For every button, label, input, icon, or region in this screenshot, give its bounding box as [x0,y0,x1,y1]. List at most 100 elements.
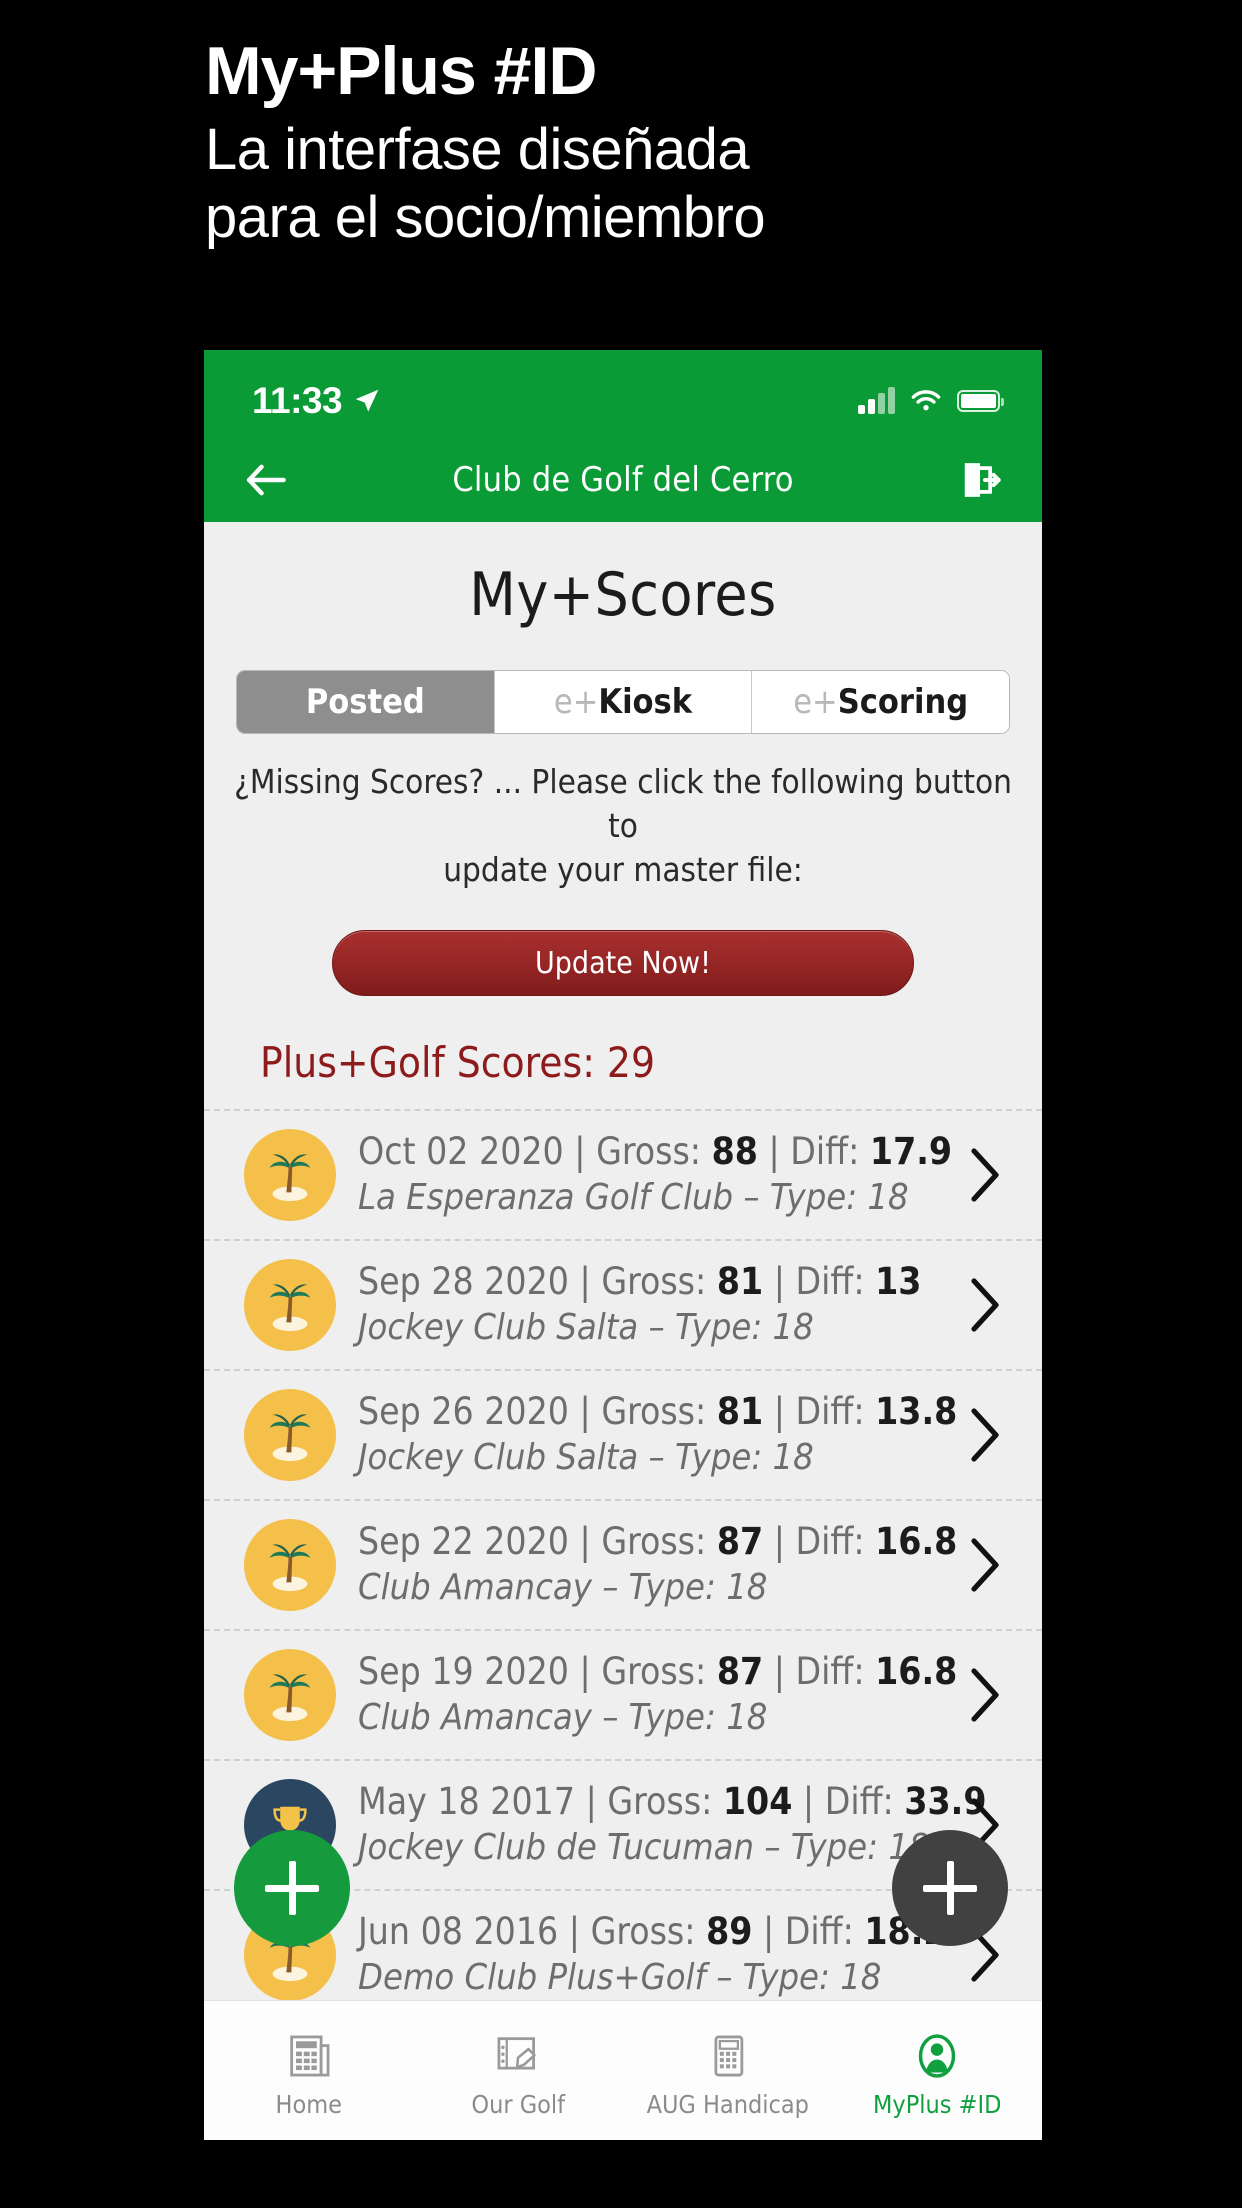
row-line-2: Jockey Club Salta – Type: 18 [358,1437,814,1478]
nav-bar: Club de Golf del Cerro [204,438,1042,522]
cellular-signal-icon [858,387,895,414]
chevron-right-icon[interactable] [954,1405,1014,1465]
row-type-label: Type: [628,1697,716,1738]
promo-subtitle-line-2: para el socio/miembro [205,185,766,250]
logout-button[interactable] [954,454,1006,506]
row-line-1: Jun 08 2016 | Gross: 89 | Diff: 18.2 [358,1910,947,1953]
row-gross-label: Gross: [601,1650,707,1693]
tab-home-label: Home [275,2090,342,2119]
row-text: Sep 26 2020 | Gross: 81 | Diff: 13.8 Joc… [358,1389,958,1481]
row-gross-label: Gross: [596,1130,702,1173]
row-type-label: Type: [675,1437,763,1478]
add-score-fab[interactable] [234,1830,350,1946]
scores-segmented-control[interactable]: Posted e+ Kiosk e+ Scoring [236,670,1010,734]
row-date: Sep 26 2020 [358,1390,569,1433]
tab-myplus-id-label: MyPlus #ID [873,2090,1002,2119]
chevron-right-icon[interactable] [954,1665,1014,1725]
update-now-button[interactable]: Update Now! [332,930,914,996]
table-row[interactable]: Sep 22 2020 | Gross: 87 | Diff: 16.8 Clu… [204,1499,1042,1629]
row-diff: 16.8 [875,1520,958,1563]
row-text: Jun 08 2016 | Gross: 89 | Diff: 18.2 Dem… [358,1909,954,2000]
row-gross-label: Gross: [601,1520,707,1563]
row-line-2: Jockey Club de Tucuman – Type: 18 [358,1825,954,1871]
row-course: Club Amancay [358,1567,592,1608]
nav-title: Club de Golf del Cerro [452,460,794,500]
row-date: Sep 28 2020 [358,1260,569,1303]
battery-full-icon [957,390,1004,412]
row-diff-label: Diff: [824,1780,894,1823]
row-course: Club Amancay [358,1697,592,1738]
table-row[interactable]: Sep 28 2020 | Gross: 81 | Diff: 13 Jocke… [204,1239,1042,1369]
tab-home[interactable]: Home [204,2001,414,2140]
row-type-label: Type: [675,1307,763,1348]
row-date: Jun 08 2016 [358,1910,559,1953]
phone-screen: 11:33 Club de Golf del Cerro My+Scores P… [204,350,1042,2140]
promo-subtitle-line-1: La interfase diseñada [205,117,750,182]
row-gross-label: Gross: [607,1780,713,1823]
row-diff-label: Diff: [795,1390,865,1433]
row-line-1: May 18 2017 | Gross: 104 | Diff: 33.9 [358,1780,987,1823]
add-action-fab[interactable] [892,1830,1008,1946]
tab-our-golf-label: Our Golf [471,2090,566,2119]
tab-myplus-id[interactable]: MyPlus #ID [833,2001,1043,2140]
row-course: Jockey Club Salta [358,1307,639,1348]
plus-icon [265,1861,319,1915]
plus-icon [923,1861,977,1915]
palm-tree-icon [244,1259,336,1351]
clock-time: 11:33 [252,380,343,421]
palm-tree-icon [244,1129,336,1221]
row-line-1: Sep 22 2020 | Gross: 87 | Diff: 16.8 [358,1520,958,1563]
chevron-right-icon[interactable] [954,1275,1014,1335]
row-line-1: Oct 02 2020 | Gross: 88 | Diff: 17.9 [358,1130,953,1173]
row-line-2: Club Amancay – Type: 18 [358,1567,768,1608]
row-gross-label: Gross: [601,1390,707,1433]
segment-escoring[interactable]: e+ Scoring [752,671,1009,733]
missing-scores-line-1: ¿Missing Scores? ... Please click the fo… [234,762,1012,845]
row-diff: 13 [875,1260,922,1303]
news-icon [290,2035,330,2077]
tab-aug-handicap[interactable]: AUG Handicap [623,2001,833,2140]
row-course: Jockey Club de Tucuman [358,1827,755,1868]
row-diff: 16.8 [875,1650,958,1693]
scores-count-header: Plus+Golf Scores: 29 [260,1038,656,1087]
chevron-right-icon[interactable] [954,1535,1014,1595]
table-row[interactable]: Sep 26 2020 | Gross: 81 | Diff: 13.8 Joc… [204,1369,1042,1499]
row-gross: 87 [716,1650,764,1693]
row-diff-label: Diff: [790,1130,860,1173]
tab-our-golf[interactable]: Our Golf [414,2001,624,2140]
row-type: 18 [726,1567,768,1608]
row-gross: 89 [706,1910,753,1953]
update-button-wrap: Update Now! [204,930,1042,996]
row-gross: 104 [722,1780,793,1823]
row-type: 18 [772,1307,814,1348]
row-course: Demo Club Plus+Golf [358,1957,706,1998]
segment-escoring-prefix: e+ [793,682,838,722]
row-line-2: La Esperanza Golf Club – Type: 18 [358,1177,909,1218]
segment-ekiosk[interactable]: e+ Kiosk [494,671,753,733]
scorecard-pencil-icon [497,2037,537,2070]
row-gross-label: Gross: [590,1910,696,1953]
row-type: 18 [726,1697,768,1738]
screenshot-root: My+Plus #ID La interfase diseñada para e… [0,0,1242,2208]
table-row[interactable]: Oct 02 2020 | Gross: 88 | Diff: 17.9 La … [204,1109,1042,1239]
row-diff-label: Diff: [795,1260,865,1303]
chevron-right-icon[interactable] [954,1145,1014,1205]
row-gross: 87 [716,1520,764,1563]
back-button[interactable] [240,454,292,506]
row-date: Oct 02 2020 [358,1130,564,1173]
row-type-label: Type: [742,1957,830,1998]
row-text: Sep 19 2020 | Gross: 87 | Diff: 16.8 Clu… [358,1649,958,1741]
location-arrow-icon [355,389,379,412]
segment-ekiosk-prefix: e+ [553,682,599,722]
user-profile-icon [919,2034,956,2078]
segment-posted[interactable]: Posted [237,671,495,733]
row-type: 18 [840,1957,882,1998]
back-arrow-icon [246,464,286,496]
row-text: May 18 2017 | Gross: 104 | Diff: 33.9 Jo… [358,1779,987,1871]
segment-posted-label: Posted [305,682,425,722]
screen-body: My+Scores Posted e+ Kiosk e+ Scoring ¿Miss… [204,522,1042,2000]
row-diff: 13.8 [875,1390,958,1433]
row-line-2: Club Amancay – Type: 18 [358,1697,768,1738]
table-row[interactable]: Sep 19 2020 | Gross: 87 | Diff: 16.8 Clu… [204,1629,1042,1759]
row-diff-label: Diff: [795,1650,865,1693]
